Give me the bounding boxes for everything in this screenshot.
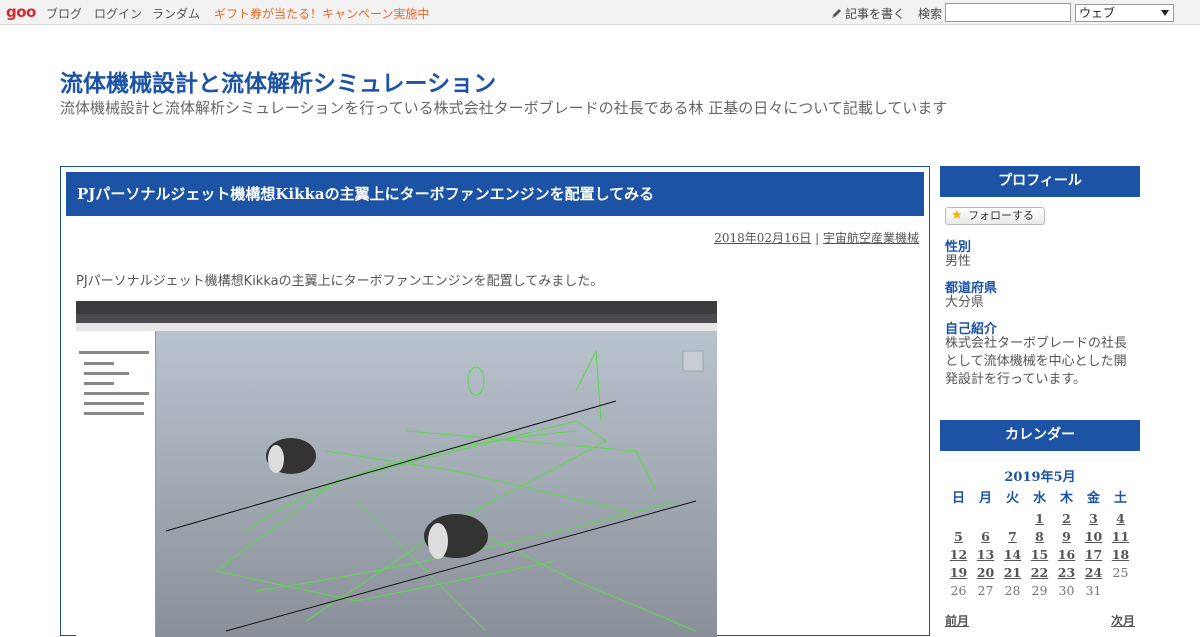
search-input[interactable] — [945, 3, 1071, 22]
gender-value: 男性 — [945, 254, 972, 269]
calendar-day[interactable]: 8 — [1026, 528, 1053, 546]
follow-button[interactable]: ★ フォローする — [945, 207, 1045, 225]
pencil-icon — [832, 9, 841, 18]
calendar-day[interactable]: 3 — [1080, 510, 1107, 528]
calendar-week-row: 26 27 28 29 30 31 — [945, 582, 1135, 600]
calendar-weekday: 金 — [1086, 491, 1100, 506]
calendar-day[interactable]: 4 — [1107, 510, 1134, 528]
chevron-down-icon — [1161, 10, 1169, 16]
cad-browser-panel — [76, 331, 156, 637]
follow-button-label: フォローする — [968, 209, 1034, 222]
goo-logo[interactable]: goo — [6, 3, 36, 21]
article-date-link[interactable]: 2018年02月16日 — [714, 231, 811, 245]
calendar-day — [972, 510, 999, 528]
article-title[interactable]: PJパーソナルジェット機構想Kikkaの主翼上にターボファンエンジンを配置してみ… — [66, 172, 924, 216]
calendar-week-row: 1234 — [945, 510, 1135, 528]
write-post-link[interactable]: 記事を書く — [830, 5, 905, 22]
calendar-week-row: 12 13 14 15 16 17 18 — [945, 546, 1135, 564]
calendar-day: 27 — [977, 583, 994, 598]
calendar-day[interactable]: 10 — [1080, 528, 1107, 546]
calendar-heading: カレンダー — [940, 420, 1140, 451]
nav-blog-link[interactable]: ブログ — [46, 5, 82, 22]
calendar-grid: 日月火水木金土 1 2 3 4 5 6 7 8 9 10 11 12 13 14 15 16 17 18 19 20 21… — [945, 488, 1135, 600]
star-icon: ★ — [951, 208, 963, 223]
search-scope-select[interactable]: ウェブ — [1075, 4, 1174, 22]
article-lead-text: PJパーソナルジェット機構想Kikkaの主翼上にターボファンエンジンを配置してみ… — [76, 274, 604, 289]
cad-tree-lines — [79, 351, 149, 415]
calendar-day[interactable]: 9 — [1053, 528, 1080, 546]
calendar-day[interactable]: 14 — [999, 546, 1026, 564]
calendar-day[interactable]: 5 — [945, 528, 972, 546]
cad-title-bar — [76, 301, 717, 314]
calendar-day: 25 — [1112, 565, 1129, 580]
calendar-day: 31 — [1085, 583, 1102, 598]
calendar-day — [999, 510, 1026, 528]
calendar-weekday: 火 — [1005, 491, 1019, 506]
calendar-weekday: 土 — [1113, 491, 1127, 506]
calendar-weekday: 日 — [951, 491, 965, 506]
prefecture-value: 大分県 — [945, 295, 985, 310]
calendar-day[interactable]: 1 — [1026, 510, 1053, 528]
article-cad-screenshot[interactable] — [76, 301, 717, 637]
calendar-day[interactable]: 11 — [1107, 528, 1134, 546]
calendar-day: 30 — [1058, 583, 1075, 598]
calendar-weekday: 月 — [978, 491, 992, 506]
calendar-week-row: 19 20 21 22 23 24 25 — [945, 564, 1135, 582]
calendar-day[interactable]: 24 — [1080, 564, 1107, 582]
write-post-label: 記事を書く — [845, 7, 906, 21]
calendar-day[interactable]: 21 — [999, 564, 1026, 582]
calendar-week-row: 5 6 7 8 9 10 11 — [945, 528, 1135, 546]
search-scope-value: ウェブ — [1079, 6, 1116, 20]
calendar-day: 29 — [1031, 583, 1048, 598]
blog-title[interactable]: 流体機械設計と流体解析シミュレーション — [60, 64, 496, 98]
calendar-weekday: 水 — [1032, 491, 1046, 506]
nav-login-link[interactable]: ログイン — [94, 5, 142, 22]
calendar-day: 26 — [950, 583, 967, 598]
article-meta: 2018年02月16日 | 宇宙航空産業機械 — [714, 229, 919, 246]
calendar-day[interactable]: 7 — [999, 528, 1026, 546]
wireframe-jet-drawing — [165, 349, 704, 632]
calendar-weekday-row: 日月火水木金土 — [945, 488, 1135, 510]
cad-ribbon-tabs — [76, 314, 717, 323]
calendar-day[interactable]: 6 — [972, 528, 999, 546]
search-label: 検索 — [918, 7, 943, 21]
introduction-value: 株式会社ターボブレードの社長として流体機械を中心とした開発設計を行っています。 — [945, 336, 1128, 387]
profile-heading: プロフィール — [940, 166, 1140, 197]
calendar-day[interactable]: 19 — [945, 564, 972, 582]
blog-description: 流体機械設計と流体解析シミュレーションを行っている株式会社ターボブレードの社長で… — [60, 99, 948, 117]
calendar-day[interactable]: 17 — [1080, 546, 1107, 564]
calendar-day[interactable]: 16 — [1053, 546, 1080, 564]
calendar-day[interactable]: 23 — [1053, 564, 1080, 582]
calendar-day[interactable]: 13 — [972, 546, 999, 564]
calendar-prev-link[interactable]: 前月 — [945, 612, 969, 629]
top-bar: goo ブログ ログイン ランダム ギフト券が当たる！キャンペーン実施中 記事を… — [0, 0, 1200, 25]
calendar-day[interactable]: 18 — [1107, 546, 1134, 564]
calendar-day[interactable]: 22 — [1026, 564, 1053, 582]
calendar-day[interactable]: 15 — [1026, 546, 1053, 564]
promo-link[interactable]: ギフト券が当たる！キャンペーン実施中 — [214, 5, 429, 22]
meta-separator: | — [815, 231, 820, 245]
calendar-month: 2019年5月 — [1004, 470, 1076, 485]
calendar-next-link[interactable]: 次月 — [1111, 612, 1135, 629]
calendar-day[interactable]: 12 — [945, 546, 972, 564]
calendar-day — [1107, 582, 1134, 600]
calendar-day[interactable]: 2 — [1053, 510, 1080, 528]
calendar-day — [945, 510, 972, 528]
calendar-day[interactable]: 20 — [972, 564, 999, 582]
sidebar: プロフィール ★ フォローする 性別 男性 都道府県 大分県 自己紹介 株式会社… — [940, 166, 1140, 628]
nav-random-link[interactable]: ランダム — [152, 5, 200, 22]
cad-viewport — [156, 331, 717, 637]
article-category-link[interactable]: 宇宙航空産業機械 — [823, 231, 919, 245]
calendar-day: 28 — [1004, 583, 1021, 598]
cad-ribbon — [76, 323, 717, 331]
calendar-weekday: 木 — [1059, 491, 1073, 506]
article: PJパーソナルジェット機構想Kikkaの主翼上にターボファンエンジンを配置してみ… — [60, 166, 930, 637]
